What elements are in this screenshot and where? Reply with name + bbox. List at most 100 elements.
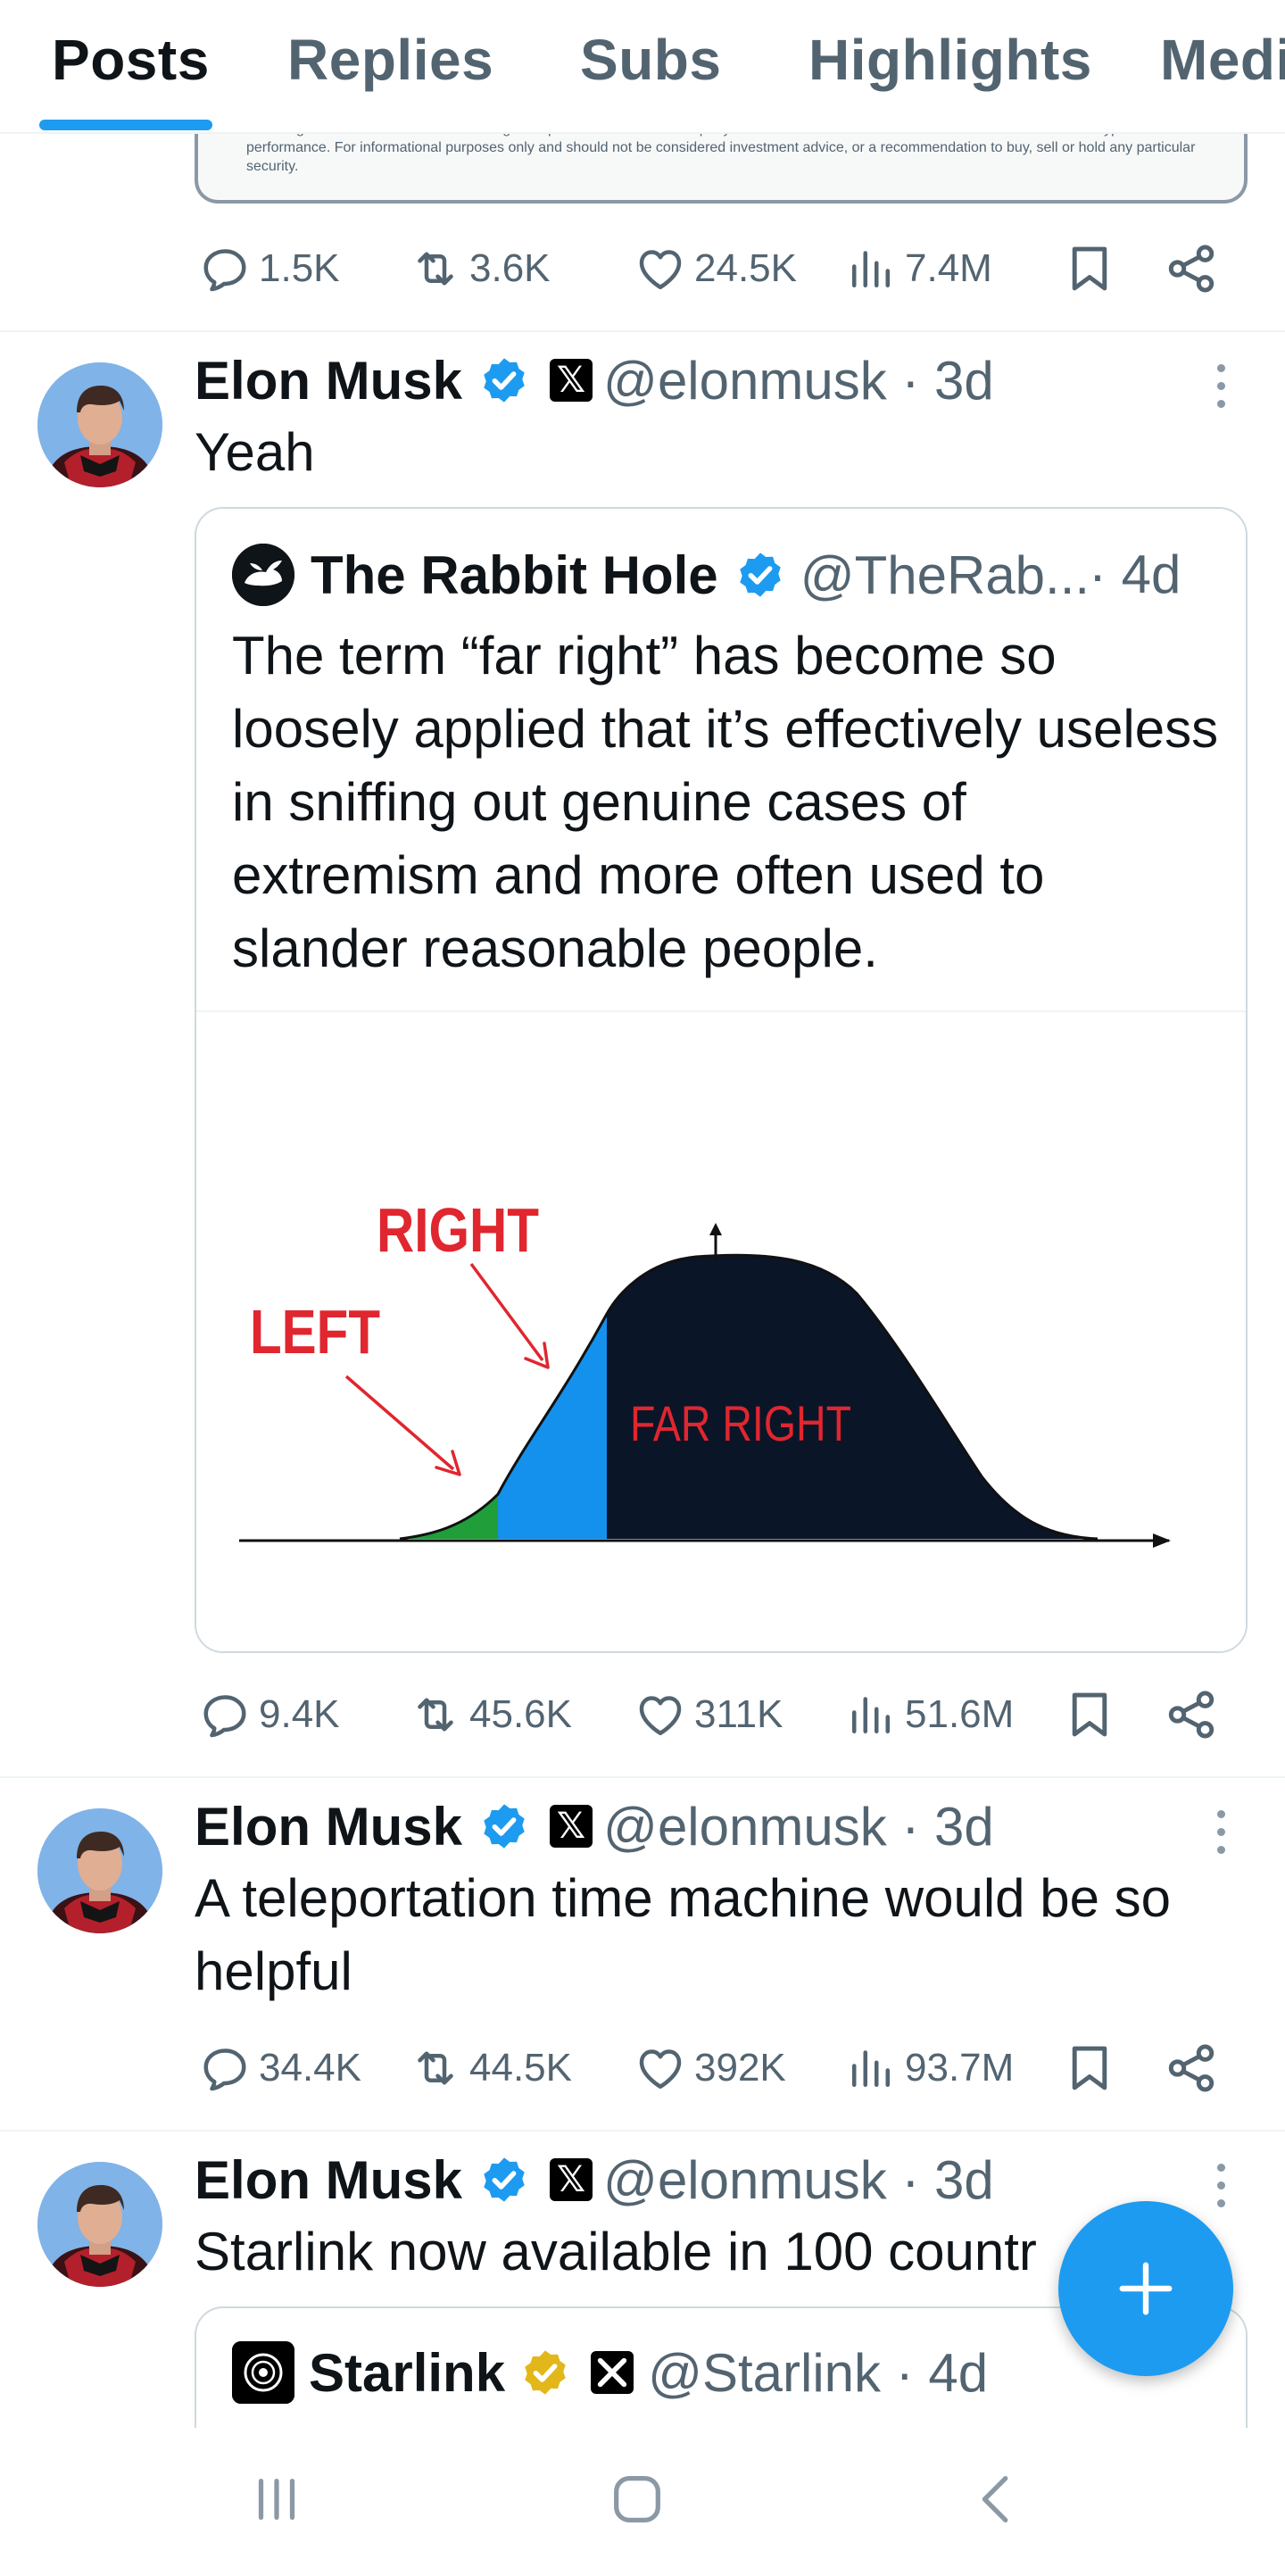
repost-icon bbox=[409, 1688, 462, 1741]
repost-button[interactable]: 3.6K bbox=[409, 237, 551, 300]
more-icon[interactable] bbox=[1214, 364, 1228, 418]
bookmark-icon bbox=[1062, 241, 1117, 296]
quoted-post[interactable]: The Rabbit Hole @TheRab... · 4d The term… bbox=[195, 507, 1248, 1653]
post-text: A teleportation time machine would be so… bbox=[195, 1868, 1171, 2001]
share-button[interactable] bbox=[1164, 2037, 1219, 2099]
tab-media[interactable]: Medi bbox=[1160, 27, 1285, 93]
reply-count: 1.5K bbox=[259, 246, 340, 290]
views-button[interactable]: 93.7M bbox=[844, 2037, 1014, 2099]
quoted-author-handle: @Starlink · 4d bbox=[648, 2342, 989, 2403]
author-name[interactable]: Elon Musk bbox=[195, 350, 462, 411]
label-left: LEFT bbox=[250, 1297, 380, 1367]
verified-icon bbox=[478, 354, 530, 406]
post-header: Elon Musk 𝕏 @elonmusk · 3d bbox=[195, 1792, 994, 1860]
home-button[interactable] bbox=[601, 2464, 673, 2535]
reply-button[interactable]: 9.4K bbox=[198, 1683, 340, 1746]
reply-count: 34.4K bbox=[259, 2046, 361, 2090]
avatar[interactable] bbox=[37, 1808, 162, 1933]
avatar[interactable] bbox=[37, 362, 162, 487]
views-icon bbox=[844, 1688, 898, 1741]
views-button[interactable]: 51.6M bbox=[844, 1683, 1014, 1746]
tab-posts[interactable]: Posts bbox=[52, 27, 210, 93]
back-icon bbox=[982, 2476, 1008, 2522]
repost-button[interactable]: 45.6K bbox=[409, 1683, 572, 1746]
post-header: Elon Musk 𝕏 @elonmusk · 3d bbox=[195, 2146, 994, 2214]
repost-button[interactable]: 44.5K bbox=[409, 2037, 572, 2099]
compose-button[interactable] bbox=[1058, 2201, 1233, 2376]
reply-icon bbox=[198, 242, 252, 295]
views-count: 7.4M bbox=[905, 246, 992, 290]
like-count: 311K bbox=[694, 1692, 783, 1736]
like-count: 392K bbox=[694, 2046, 786, 2090]
author-handle[interactable]: @elonmusk · 3d bbox=[603, 1796, 994, 1857]
repost-icon bbox=[409, 242, 462, 295]
post-text: Yeah bbox=[195, 422, 315, 482]
quoted-post-text: The term “far right” has become so loose… bbox=[232, 626, 1219, 978]
reply-icon bbox=[198, 2041, 252, 2095]
recent-apps-button[interactable] bbox=[241, 2464, 312, 2535]
bookmark-button[interactable] bbox=[1062, 2037, 1117, 2099]
like-button[interactable]: 311K bbox=[634, 1683, 783, 1746]
x-affiliate-badge: 𝕏 bbox=[550, 1805, 593, 1848]
quoted-author-name: Starlink bbox=[309, 2342, 506, 2403]
label-right: RIGHT bbox=[377, 1195, 539, 1265]
x-affiliate-badge: 𝕏 bbox=[550, 359, 593, 402]
share-icon bbox=[1164, 2040, 1219, 2096]
bookmark-button[interactable] bbox=[1062, 237, 1117, 300]
like-button[interactable]: 24.5K bbox=[634, 237, 797, 300]
quoted-post-header: Starlink @Starlink · 4d bbox=[232, 2339, 988, 2406]
compose-icon bbox=[1119, 2262, 1173, 2315]
back-button[interactable] bbox=[962, 2464, 1033, 2535]
starlink-logo-icon bbox=[232, 2341, 294, 2404]
like-icon bbox=[634, 2041, 687, 2095]
recents-icon bbox=[258, 2478, 295, 2521]
post-text: Starlink now available in 100 countr bbox=[195, 2222, 1037, 2281]
share-button[interactable] bbox=[1164, 237, 1219, 300]
share-button[interactable] bbox=[1164, 1683, 1219, 1746]
profile-tabs: Posts Replies Subs Highlights Medi bbox=[0, 0, 1285, 134]
author-handle[interactable]: @elonmusk · 3d bbox=[603, 350, 994, 411]
post-actions: 9.4K 45.6K 311K 51.6M bbox=[198, 1683, 1224, 1746]
bookmark-icon bbox=[1062, 2040, 1117, 2096]
like-count: 24.5K bbox=[694, 246, 797, 290]
x-affiliate-badge: 𝕏 bbox=[550, 2158, 593, 2201]
like-button[interactable]: 392K bbox=[634, 2037, 786, 2099]
quoted-post-time: · 4d bbox=[1089, 544, 1181, 604]
bell-curve-image[interactable]: LEFT RIGHT FAR RIGHT bbox=[196, 1012, 1248, 1653]
verified-icon bbox=[478, 2154, 530, 2206]
views-icon bbox=[844, 2041, 898, 2095]
home-icon bbox=[614, 2476, 660, 2522]
tab-subs[interactable]: Subs bbox=[580, 27, 721, 93]
post-actions: 34.4K 44.5K 392K 93.7M bbox=[198, 2037, 1224, 2099]
share-icon bbox=[1164, 241, 1219, 296]
reply-button[interactable]: 34.4K bbox=[198, 2037, 361, 2099]
first-post-actions: 1.5K 3.6K 24.5K 7.4M bbox=[198, 237, 1224, 300]
bookmark-icon bbox=[1062, 1687, 1117, 1742]
author-name[interactable]: Elon Musk bbox=[195, 2149, 462, 2211]
system-nav-bar bbox=[0, 2428, 1285, 2576]
like-icon bbox=[634, 1688, 687, 1741]
quoted-author-name: The Rabbit Hole bbox=[311, 544, 718, 605]
reply-button[interactable]: 1.5K bbox=[198, 237, 340, 300]
author-name[interactable]: Elon Musk bbox=[195, 1796, 462, 1857]
rabbit-logo-icon bbox=[232, 544, 294, 606]
reply-count: 9.4K bbox=[259, 1692, 340, 1736]
x-affiliate-badge bbox=[591, 2351, 634, 2394]
bookmark-button[interactable] bbox=[1062, 1683, 1117, 1746]
repost-count: 44.5K bbox=[469, 2046, 572, 2090]
more-icon[interactable] bbox=[1214, 2164, 1228, 2217]
label-far-right: FAR RIGHT bbox=[630, 1395, 851, 1451]
tab-replies[interactable]: Replies bbox=[287, 27, 493, 93]
verified-gold-icon bbox=[519, 2347, 571, 2398]
verified-icon bbox=[734, 549, 786, 601]
views-button[interactable]: 7.4M bbox=[844, 237, 992, 300]
quoted-post-header: The Rabbit Hole @TheRab... bbox=[232, 541, 1090, 609]
post-divider bbox=[0, 330, 1285, 332]
avatar[interactable] bbox=[37, 2162, 162, 2287]
post-divider bbox=[0, 2130, 1285, 2131]
tab-highlights[interactable]: Highlights bbox=[808, 27, 1092, 93]
author-handle[interactable]: @elonmusk · 3d bbox=[603, 2149, 994, 2211]
verified-icon bbox=[478, 1800, 530, 1852]
more-icon[interactable] bbox=[1214, 1810, 1228, 1864]
repost-icon bbox=[409, 2041, 462, 2095]
